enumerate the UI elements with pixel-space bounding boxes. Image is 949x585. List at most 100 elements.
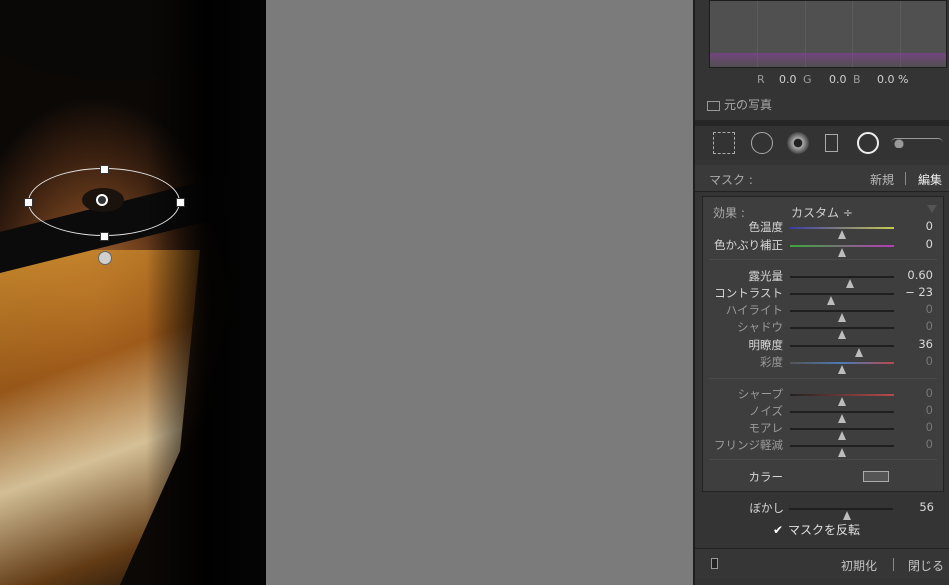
mask-handle-left[interactable] [24,198,33,207]
slider-label: ノイズ [748,404,783,418]
mask-handle-bottom[interactable] [100,232,109,241]
group-divider [709,459,937,460]
graduated-filter-icon[interactable] [825,134,838,152]
slider-value[interactable]: 0 [926,237,933,251]
feather-slider-thumb[interactable] [843,511,852,520]
group-divider [709,378,937,379]
color-label: カラー [748,470,784,484]
original-photo-checkbox[interactable] [707,100,720,111]
panel-switch-icon[interactable] [711,558,718,569]
close-button[interactable]: 閉じる [908,557,944,574]
slider-row: 露光量 0.60 [703,268,943,288]
slider-value[interactable]: 0 [926,302,933,316]
preview-area [266,0,693,585]
slider-value[interactable]: 0.60 [907,268,933,282]
slider-value[interactable]: 0 [926,437,933,451]
group-divider [709,259,937,260]
slider-track[interactable] [790,445,894,457]
panel-footer: 初期化 閉じる [695,548,949,579]
radial-filter-icon[interactable] [857,132,879,154]
photo-canvas[interactable] [0,0,266,585]
slider-value[interactable]: 0 [926,386,933,400]
mask-handle-top[interactable] [100,165,109,174]
feather-value[interactable]: 56 [919,500,934,514]
checkmark-icon[interactable]: ✔ [773,524,784,536]
g-label: G [803,73,812,86]
slider-value[interactable]: 0 [926,219,933,233]
slider-track[interactable] [790,276,894,288]
slider-track[interactable] [790,394,894,406]
slider-value[interactable]: 36 [918,337,933,351]
slider-label: モアレ [748,421,784,435]
reset-button[interactable]: 初期化 [841,557,877,574]
slider-row: シャープ 0 [703,386,943,406]
slider-thumb[interactable] [838,248,846,257]
slider-row: 色温度 0 [703,219,943,239]
slider-label: 色かぶり補正 [714,238,783,252]
slider-value[interactable]: 0 [926,319,933,333]
slider-row: コントラスト − 23 [703,285,943,305]
panel-collapse-icon[interactable] [927,205,937,213]
slider-row: 彩度 0 [703,354,943,374]
develop-panel: R 0.0 G 0.0 B 0.0 % 元の写真 マスク : 新規 編集 効果 … [693,0,949,585]
slider-label: シャドウ [737,320,783,334]
r-value: 0.0 [779,73,797,86]
slider-label: 色温度 [748,220,784,234]
invert-mask-label: マスクを反転 [788,523,861,537]
slider-row: シャドウ 0 [703,319,943,339]
crop-overlay-icon[interactable] [713,132,735,154]
slider-value[interactable]: 0 [926,420,933,434]
feather-label: ぼかし [749,501,785,515]
slider-thumb[interactable] [838,448,846,457]
slider-track[interactable] [790,310,894,322]
feather-row: ぼかし 56 [702,500,944,520]
adjustment-brush-icon[interactable] [891,138,943,148]
mask-edit-button[interactable]: 編集 [918,171,942,188]
slider-track[interactable] [790,245,894,257]
slider-thumb[interactable] [838,365,846,374]
r-label: R [757,73,765,86]
slider-label: 彩度 [760,355,783,369]
g-value: 0.0 [829,73,847,86]
color-row: カラー [703,469,943,486]
original-photo-toggle[interactable]: 元の写真 [707,96,772,113]
invert-mask-option[interactable]: ✔ マスクを反転 [773,521,860,538]
slider-label: コントラスト [714,286,783,300]
feather-slider[interactable] [789,508,893,520]
mask-label: マスク : [709,173,753,187]
b-value: 0.0 % [877,73,909,86]
slider-track[interactable] [790,362,894,374]
slider-track[interactable] [790,227,894,239]
slider-value[interactable]: 0 [926,403,933,417]
photo-vignette [0,0,266,585]
spot-removal-icon[interactable] [751,132,773,154]
slider-row: ハイライト 0 [703,302,943,322]
slider-label: フリンジ軽減 [714,438,783,452]
slider-label: シャープ [737,387,783,401]
rgb-readout: R 0.0 G 0.0 B 0.0 % [695,72,949,88]
mask-bar: マスク : 新規 編集 [695,165,949,192]
mask-new-button[interactable]: 新規 [870,171,894,188]
slider-row: モアレ 0 [703,420,943,440]
slider-track[interactable] [790,345,894,357]
slider-label: ハイライト [725,303,783,317]
slider-label: 明瞭度 [748,338,784,352]
mask-rotate-handle[interactable] [98,251,112,265]
mask-handle-right[interactable] [176,198,185,207]
slider-track[interactable] [790,327,894,339]
mask-pin-icon[interactable] [96,194,108,206]
red-eye-icon[interactable] [787,132,809,154]
original-photo-label: 元の写真 [724,98,773,112]
slider-value[interactable]: − 23 [905,285,933,299]
slider-row: 明瞭度 36 [703,337,943,357]
slider-value[interactable]: 0 [926,354,933,368]
slider-row: ノイズ 0 [703,403,943,423]
slider-track[interactable] [790,293,894,305]
b-label: B [853,73,861,86]
slider-row: フリンジ軽減 0 [703,437,943,457]
slider-track[interactable] [790,411,894,423]
histogram [709,0,947,68]
color-swatch[interactable] [863,471,889,482]
slider-row: 色かぶり補正 0 [703,237,943,257]
slider-track[interactable] [790,428,894,440]
